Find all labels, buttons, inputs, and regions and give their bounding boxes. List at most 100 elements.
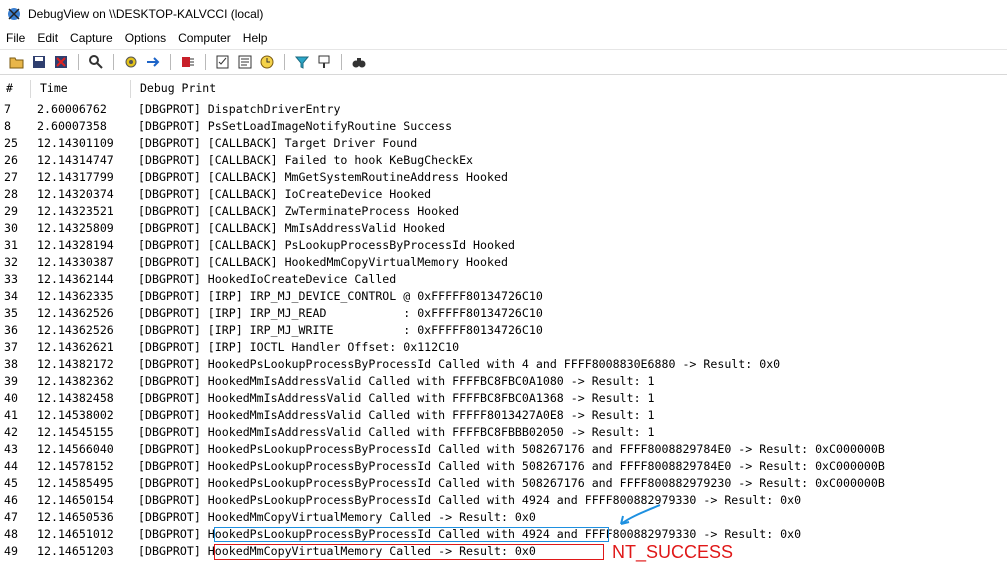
log-row-time: 2.60007358 (37, 119, 107, 133)
log-row-time: 12.14538002 (37, 408, 114, 422)
menu-help[interactable]: Help (237, 31, 274, 45)
clock-icon[interactable] (258, 53, 276, 71)
log-row-message: [DBGPROT] HookedMmIsAddressValid Called … (138, 425, 655, 439)
menu-capture[interactable]: Capture (64, 31, 119, 45)
log-row[interactable]: 37 12.14362621 [DBGPROT] [IRP] IOCTL Handl… (0, 339, 1007, 356)
column-number[interactable]: # (6, 81, 13, 95)
toolbar (0, 49, 1007, 75)
capture-icon[interactable] (122, 53, 140, 71)
debugview-app-icon (8, 7, 20, 20)
log-row-time: 2.60006762 (37, 102, 107, 116)
log-row-number: 38 (4, 357, 18, 371)
log-row-message: [DBGPROT] HookedPsLookupProcessByProcess… (138, 459, 885, 473)
column-debug-print[interactable]: Debug Print (140, 81, 216, 95)
log-row-message: [DBGPROT] [CALLBACK] HookedMmCopyVirtual… (138, 255, 508, 269)
log-row-message: [DBGPROT] [CALLBACK] Failed to hook KeBu… (138, 153, 474, 167)
log-row[interactable]: 34 12.14362335 [DBGPROT] [IRP] IRP_MJ_DEVI… (0, 288, 1007, 305)
log-row-number: 34 (4, 289, 18, 303)
log-row-number: 30 (4, 221, 18, 235)
log-row-number: 44 (4, 459, 18, 473)
log-row[interactable]: 40 12.14382458 [DBGPROT] HookedMmIsAddress… (0, 390, 1007, 407)
log-row-time: 12.14328194 (37, 238, 114, 252)
log-row-message: [DBGPROT] HookedIoCreateDevice Called (138, 272, 397, 286)
log-row-time: 12.14362144 (37, 272, 114, 286)
log-row[interactable]: 8 2.60007358 [DBGPROT] PsSetLoadImageNotif… (0, 118, 1007, 135)
log-row-time: 12.14362526 (37, 306, 114, 320)
red-highlight-box (214, 544, 604, 560)
log-row-number: 35 (4, 306, 18, 320)
log-row[interactable]: 30 12.14325809 [DBGPROT] [CALLBACK] MmIsAd… (0, 220, 1007, 237)
log-row-number: 31 (4, 238, 18, 252)
log-row[interactable]: 39 12.14382362 [DBGPROT] HookedMmIsAddress… (0, 373, 1007, 390)
log-row-number: 32 (4, 255, 18, 269)
highlight-icon[interactable] (315, 53, 333, 71)
log-row-time: 12.14314747 (37, 153, 114, 167)
toolbar-separator (341, 54, 342, 70)
log-row-time: 12.14362335 (37, 289, 114, 303)
log-row-number: 25 (4, 136, 18, 150)
log-row[interactable]: 46 12.14650154 [DBGPROT] HookedPsLookupPro… (0, 492, 1007, 509)
menu-computer[interactable]: Computer (172, 31, 237, 45)
log-row[interactable]: 44 12.14578152 [DBGPROT] HookedPsLookupPro… (0, 458, 1007, 475)
log-row[interactable]: 28 12.14320374 [DBGPROT] [CALLBACK] IoCrea… (0, 186, 1007, 203)
log-row[interactable]: 45 12.14585495 [DBGPROT] HookedPsLookupPro… (0, 475, 1007, 492)
autoscroll-icon[interactable] (144, 53, 162, 71)
log-row-message: [DBGPROT] HookedPsLookupProcessByProcess… (138, 493, 802, 507)
log-row-time: 12.14651203 (37, 544, 114, 558)
log-row-number: 40 (4, 391, 18, 405)
log-row-message: [DBGPROT] PsSetLoadImageNotifyRoutine Su… (138, 119, 453, 133)
filter-icon[interactable] (293, 53, 311, 71)
toolbar-separator (205, 54, 206, 70)
clear-icon[interactable] (52, 53, 70, 71)
log-row[interactable]: 26 12.14314747 [DBGPROT] [CALLBACK] Failed… (0, 152, 1007, 169)
log-row-time: 12.14545155 (37, 425, 114, 439)
log-row[interactable]: 35 12.14362526 [DBGPROT] [IRP] IRP_MJ_READ… (0, 305, 1007, 322)
log-row[interactable]: 38 12.14382172 [DBGPROT] HookedPsLookupPro… (0, 356, 1007, 373)
log-row[interactable]: 27 12.14317799 [DBGPROT] [CALLBACK] MmGetS… (0, 169, 1007, 186)
capture-kernel-icon[interactable] (179, 53, 197, 71)
log-row[interactable]: 41 12.14538002 [DBGPROT] HookedMmIsAddress… (0, 407, 1007, 424)
log-row[interactable]: 29 12.14323521 [DBGPROT] [CALLBACK] ZwTerm… (0, 203, 1007, 220)
checklist-icon[interactable] (214, 53, 232, 71)
binoculars-icon[interactable] (350, 53, 368, 71)
log-row-number: 37 (4, 340, 18, 354)
log-row-message: [DBGPROT] [IRP] IRP_MJ_WRITE : 0xFFFFF80… (138, 323, 543, 337)
log-row[interactable]: 42 12.14545155 [DBGPROT] HookedMmIsAddress… (0, 424, 1007, 441)
log-row-message: [DBGPROT] HookedPsLookupProcessByProcess… (138, 476, 885, 490)
log-row-number: 41 (4, 408, 18, 422)
menu-bar: File Edit Capture Options Computer Help (0, 28, 273, 48)
toolbar-separator (284, 54, 285, 70)
log-row[interactable]: 7 2.60006762 [DBGPROT] DispatchDriverEntry (0, 101, 1007, 118)
log-row[interactable]: 36 12.14362526 [DBGPROT] [IRP] IRP_MJ_WRIT… (0, 322, 1007, 339)
column-divider[interactable] (30, 80, 31, 98)
log-row-time: 12.14323521 (37, 204, 114, 218)
log-row[interactable]: 25 12.14301109 [DBGPROT] [CALLBACK] Target… (0, 135, 1007, 152)
open-icon[interactable] (8, 53, 26, 71)
log-row-number: 7 (4, 102, 11, 116)
log-row-message: [DBGPROT] [IRP] IOCTL Handler Offset: 0x… (138, 340, 460, 354)
log-row[interactable]: 47 12.14650536 [DBGPROT] HookedMmCopyVirtu… (0, 509, 1007, 526)
log-row-message: [DBGPROT] [CALLBACK] ZwTerminateProcess … (138, 204, 460, 218)
menu-file[interactable]: File (0, 31, 31, 45)
nt-success-annotation: NT_SUCCESS (612, 542, 734, 562)
log-row-message: [DBGPROT] [CALLBACK] MmGetSystemRoutineA… (138, 170, 508, 184)
log-row-message: [DBGPROT] HookedMmIsAddressValid Called … (138, 391, 655, 405)
save-icon[interactable] (30, 53, 48, 71)
log-row[interactable]: 33 12.14362144 [DBGPROT] HookedIoCreateDev… (0, 271, 1007, 288)
log-row-number: 27 (4, 170, 18, 184)
column-divider[interactable] (130, 80, 131, 98)
menu-edit[interactable]: Edit (31, 31, 64, 45)
log-row-message: [DBGPROT] [IRP] IRP_MJ_READ : 0xFFFFF801… (138, 306, 543, 320)
menu-options[interactable]: Options (119, 31, 172, 45)
properties-icon[interactable] (236, 53, 254, 71)
log-row-time: 12.14650536 (37, 510, 114, 524)
toolbar-separator (113, 54, 114, 70)
log-row[interactable]: 31 12.14328194 [DBGPROT] [CALLBACK] PsLook… (0, 237, 1007, 254)
column-time[interactable]: Time (40, 81, 68, 95)
log-row-time: 12.14585495 (37, 476, 114, 490)
title-bar: DebugView on \\DESKTOP-KALVCCI (local) (0, 0, 1007, 27)
log-row[interactable]: 43 12.14566040 [DBGPROT] HookedPsLookupPro… (0, 441, 1007, 458)
log-row-message: [DBGPROT] HookedMmCopyVirtualMemory Call… (138, 510, 536, 524)
find-icon[interactable] (87, 53, 105, 71)
log-row[interactable]: 32 12.14330387 [DBGPROT] [CALLBACK] Hooked… (0, 254, 1007, 271)
